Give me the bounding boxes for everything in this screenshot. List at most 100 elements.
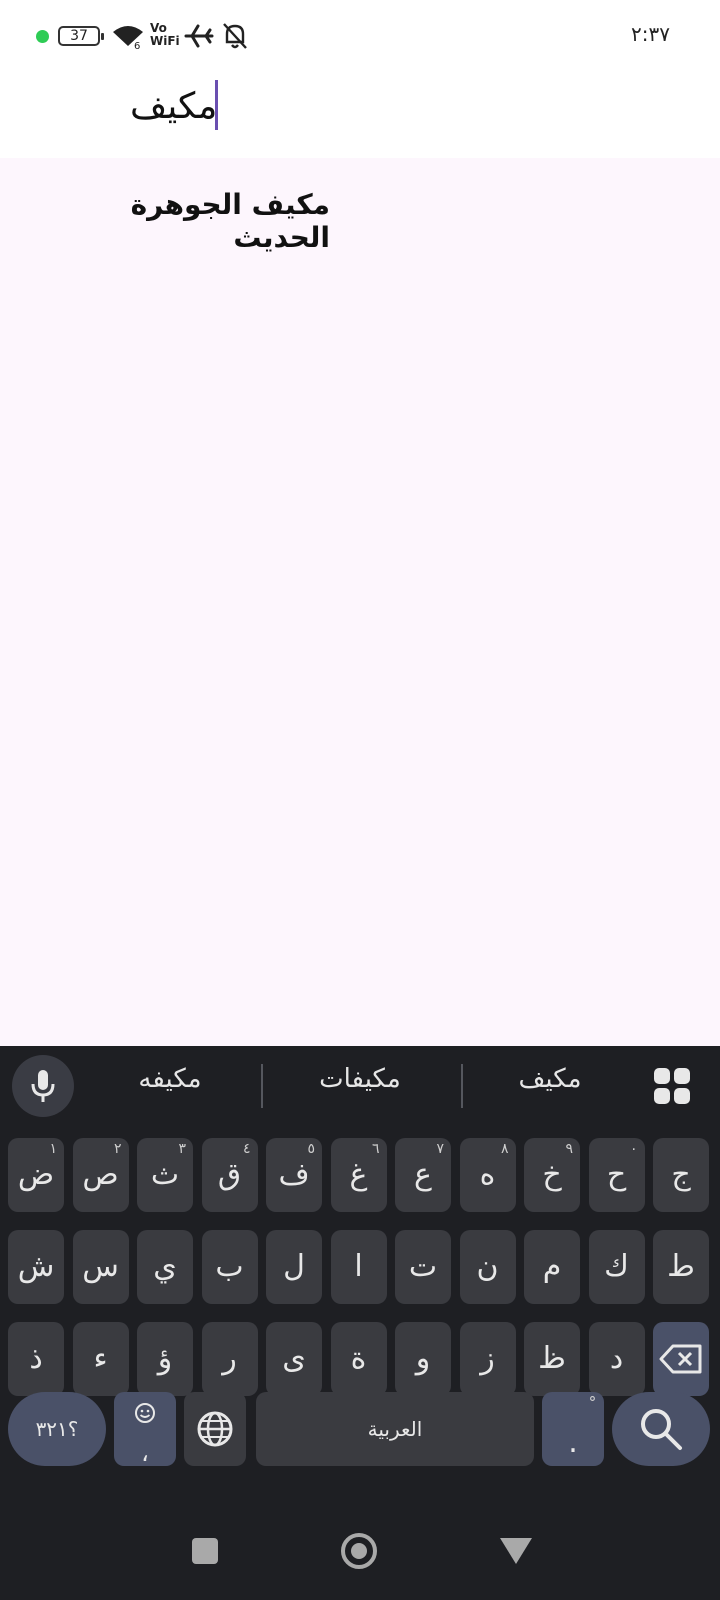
- search-icon: [641, 1409, 682, 1450]
- key-hint: ١: [49, 1141, 57, 1157]
- period-key[interactable]: ْ .: [542, 1392, 604, 1466]
- key-label: ي: [153, 1249, 177, 1284]
- key-hint: ٩: [565, 1141, 573, 1157]
- key-label: د: [609, 1341, 624, 1376]
- key[interactable]: ح٠: [588, 1138, 645, 1212]
- key-label: غ: [349, 1157, 368, 1192]
- key[interactable]: ا: [330, 1230, 387, 1304]
- key[interactable]: ى: [266, 1322, 322, 1396]
- status-bar: 37 6 Vo WiFi ٢:٣٧: [0, 0, 720, 70]
- key-label: ج: [671, 1157, 691, 1192]
- navigation-bar: [0, 1508, 720, 1600]
- backspace-icon: [659, 1344, 702, 1374]
- clock: ٢:٣٧: [631, 22, 670, 46]
- key[interactable]: و: [395, 1322, 451, 1396]
- key[interactable]: ف٥: [266, 1138, 322, 1212]
- emoji-key[interactable]: ،: [114, 1392, 176, 1467]
- airplane-icon: [184, 24, 214, 48]
- comma-label: ،: [141, 1439, 149, 1467]
- backspace-key[interactable]: [653, 1322, 709, 1396]
- back-button[interactable]: [500, 1538, 532, 1564]
- key[interactable]: ش: [8, 1230, 64, 1304]
- key[interactable]: ز: [459, 1322, 516, 1396]
- period-label: .: [568, 1425, 578, 1460]
- apps-grid-icon[interactable]: [652, 1066, 692, 1106]
- text-caret: [215, 80, 218, 130]
- key[interactable]: ن: [459, 1230, 516, 1304]
- suggestion-3[interactable]: مكيف: [460, 1064, 640, 1094]
- microphone-button[interactable]: [12, 1055, 74, 1117]
- key-hint: ٢: [113, 1141, 122, 1157]
- key-label: ذ: [29, 1341, 43, 1376]
- key-hint: ٥: [307, 1141, 315, 1157]
- vowifi-bottom: WiFi: [150, 34, 180, 48]
- key[interactable]: ج: [653, 1138, 709, 1212]
- suggestions-list: مكيف الجوهرة الحديث: [0, 158, 720, 1046]
- key[interactable]: ط: [653, 1230, 709, 1304]
- key[interactable]: ع٧: [395, 1138, 451, 1212]
- key[interactable]: ص٢: [72, 1138, 129, 1212]
- key-hint: ٦: [371, 1141, 380, 1157]
- key[interactable]: ي: [137, 1230, 193, 1304]
- key-label: ز: [480, 1341, 495, 1376]
- key-label: ظ: [538, 1341, 566, 1376]
- key-label: ة: [350, 1341, 367, 1376]
- key[interactable]: ب: [201, 1230, 258, 1304]
- key[interactable]: ث٣: [137, 1138, 193, 1212]
- key-label: ث: [150, 1157, 180, 1192]
- key[interactable]: ك: [588, 1230, 645, 1304]
- key[interactable]: غ٦: [330, 1138, 387, 1212]
- key-label: ه: [479, 1157, 496, 1192]
- list-item[interactable]: مكيف الجوهرة الحديث: [30, 188, 330, 254]
- keyboard: مكيفه مكيفات مكيف ض١ص٢ث٣ق٤ف٥غ٦ع٧ه٨خ٩ح٠جش…: [0, 1046, 720, 1508]
- key[interactable]: ض١: [8, 1138, 64, 1212]
- key-label: ط: [667, 1249, 695, 1284]
- key-label: ن: [476, 1249, 499, 1284]
- key[interactable]: ه٨: [459, 1138, 516, 1212]
- microphone-icon: [31, 1070, 55, 1102]
- key[interactable]: س: [72, 1230, 129, 1304]
- key-label: ت: [408, 1249, 438, 1284]
- recents-button[interactable]: [192, 1538, 218, 1564]
- key[interactable]: م: [524, 1230, 580, 1304]
- key[interactable]: ظ: [524, 1322, 580, 1396]
- key[interactable]: ق٤: [201, 1138, 258, 1212]
- key[interactable]: ء: [72, 1322, 129, 1396]
- suggestion-divider: [261, 1064, 263, 1108]
- key[interactable]: ت: [395, 1230, 451, 1304]
- key[interactable]: خ٩: [524, 1138, 580, 1212]
- key-label: ش: [17, 1249, 55, 1284]
- globe-icon: [197, 1411, 233, 1447]
- key-label: ى: [282, 1341, 306, 1376]
- bell-off-icon: [223, 23, 247, 49]
- key-label: س: [82, 1249, 119, 1284]
- key-label: ء: [93, 1341, 108, 1376]
- key[interactable]: ذ: [8, 1322, 64, 1396]
- key-label: ؤ: [157, 1341, 173, 1376]
- key[interactable]: ة: [330, 1322, 387, 1396]
- key-label: ا: [354, 1249, 363, 1284]
- key-label: و: [415, 1341, 431, 1376]
- vowifi-label: Vo WiFi: [150, 22, 180, 48]
- suggestion-2[interactable]: مكيفات: [270, 1064, 450, 1094]
- key-label: ح: [606, 1157, 627, 1192]
- search-input[interactable]: مكيف: [130, 82, 217, 134]
- search-header: مكيف: [0, 70, 720, 158]
- key-label: ق: [217, 1157, 242, 1192]
- suggestion-1[interactable]: مكيفه: [80, 1064, 260, 1094]
- key[interactable]: ر: [201, 1322, 258, 1396]
- wifi-icon: 6: [113, 26, 143, 50]
- symbols-key[interactable]: ؟٣٢١: [8, 1392, 106, 1466]
- key-label: خ: [542, 1157, 562, 1192]
- search-key[interactable]: [612, 1392, 710, 1466]
- key[interactable]: ؤ: [137, 1322, 193, 1396]
- wifi-sub-label: 6: [134, 41, 140, 50]
- key-hint: ٧: [436, 1141, 444, 1157]
- home-button[interactable]: [341, 1533, 377, 1569]
- space-bar[interactable]: العربية: [256, 1392, 534, 1466]
- language-key[interactable]: [184, 1392, 246, 1466]
- key[interactable]: ل: [266, 1230, 322, 1304]
- key-hint: ٣: [178, 1141, 186, 1157]
- key[interactable]: د: [588, 1322, 645, 1396]
- privacy-indicator-dot: [36, 30, 49, 43]
